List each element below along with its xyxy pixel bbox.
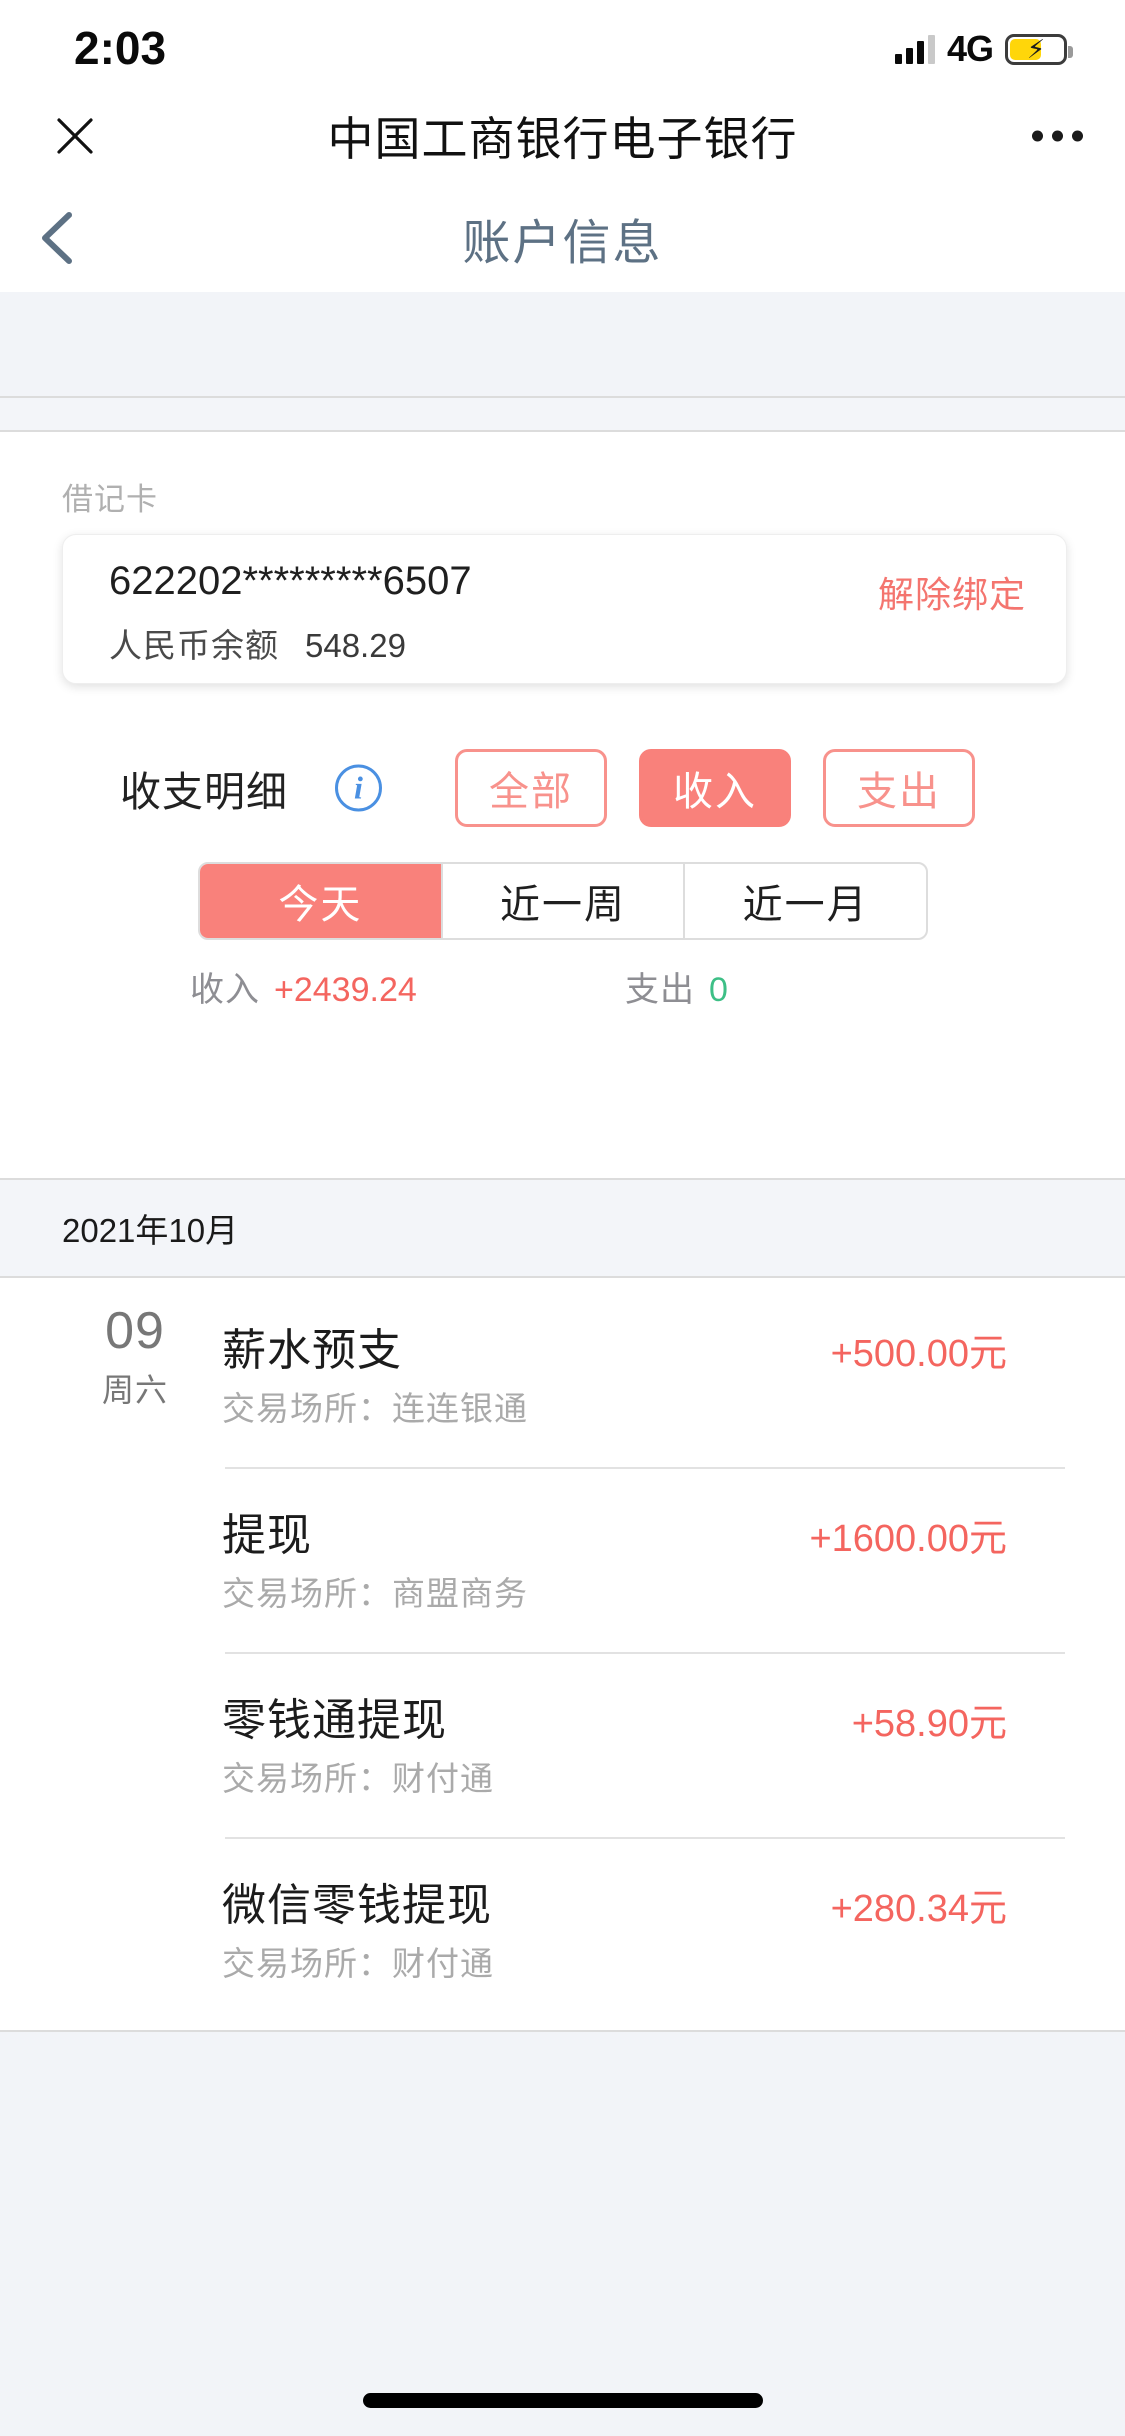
info-circle-icon[interactable]: i bbox=[335, 764, 382, 812]
month-group-header: 2021年10月 bbox=[0, 1178, 1125, 1278]
summary-income-label: 收入 bbox=[190, 971, 260, 1009]
more-horizontal-icon[interactable] bbox=[1032, 130, 1083, 142]
type-filter-chips: 全部 收入 支出 bbox=[455, 749, 975, 827]
status-time: 2:03 bbox=[74, 22, 167, 74]
webview-nav-bar: 中国工商银行电子银行 bbox=[0, 88, 1125, 184]
section-divider-band bbox=[0, 396, 1125, 432]
transaction-date bbox=[60, 1674, 210, 1680]
bank-card[interactable]: 622202*********6507 人民币余额 548.29 解除绑定 bbox=[62, 534, 1067, 684]
network-type-label: 4G bbox=[946, 28, 994, 69]
transaction-list: 09 周六 薪水预支 交易场所：连连银通 +500.00元 提现 交易场所：商盟… bbox=[0, 1282, 1125, 2022]
home-indicator[interactable] bbox=[362, 2393, 763, 2408]
status-bar: 2:03 4G ⚡ bbox=[0, 0, 1125, 88]
transaction-day: 09 bbox=[105, 1302, 165, 1360]
transaction-amount: +500.00元 bbox=[830, 1333, 1007, 1375]
card-number: 622202*********6507 bbox=[109, 559, 472, 603]
table-row[interactable]: 09 周六 薪水预支 交易场所：连连银通 +500.00元 bbox=[0, 1282, 1125, 1467]
signal-bars-icon bbox=[894, 34, 935, 64]
transactions-filter-row: 收支明细 i 全部 收入 支出 bbox=[0, 742, 1125, 834]
period-tab-month[interactable]: 近一月 bbox=[685, 864, 926, 938]
card-balance-row: 人民币余额 548.29 bbox=[109, 619, 406, 667]
transaction-weekday: 周六 bbox=[101, 1371, 168, 1408]
transaction-place: 交易场所：财付通 bbox=[222, 1760, 494, 1797]
summary-expense-value: 0 bbox=[709, 971, 728, 1009]
table-row[interactable]: 提现 交易场所：商盟商务 +1600.00元 bbox=[0, 1467, 1125, 1652]
battery-charging-icon: ⚡ bbox=[1005, 33, 1073, 65]
transaction-amount: +280.34元 bbox=[830, 1888, 1007, 1930]
status-indicators: 4G ⚡ bbox=[894, 28, 1073, 70]
account-page-title: 账户信息 bbox=[462, 217, 663, 270]
table-row[interactable]: 微信零钱提现 交易场所：财付通 +280.34元 bbox=[0, 1837, 1125, 2022]
transactions-section-label: 收支明细 bbox=[120, 769, 288, 815]
period-summary: 收入 +2439.24 支出 0 bbox=[0, 962, 1125, 1032]
transaction-title: 微信零钱提现 bbox=[222, 1881, 492, 1930]
balance-value: 548.29 bbox=[305, 627, 406, 664]
transaction-date bbox=[60, 1489, 210, 1495]
transaction-title: 薪水预支 bbox=[222, 1326, 402, 1375]
transaction-title: 提现 bbox=[222, 1511, 312, 1560]
summary-expense-label: 支出 bbox=[625, 971, 695, 1009]
balance-label: 人民币余额 bbox=[109, 627, 279, 664]
page-title: 中国工商银行电子银行 bbox=[327, 113, 798, 165]
filter-chip-all[interactable]: 全部 bbox=[455, 749, 607, 827]
period-tab-week[interactable]: 近一周 bbox=[443, 864, 686, 938]
info-glyph: i bbox=[354, 769, 363, 806]
account-sub-header: 账户信息 bbox=[0, 184, 1125, 292]
transaction-place: 交易场所：连连银通 bbox=[222, 1390, 528, 1427]
transaction-place: 交易场所：商盟商务 bbox=[222, 1575, 528, 1612]
transaction-amount: +1600.00元 bbox=[809, 1518, 1007, 1560]
filter-chip-expense[interactable]: 支出 bbox=[823, 749, 975, 827]
transaction-amount: +58.90元 bbox=[851, 1703, 1007, 1745]
summary-income: 收入 +2439.24 bbox=[190, 962, 417, 1011]
phone-screen: 2:03 4G ⚡ 中国工商银行电子银行 账户信息 借记卡 622202****… bbox=[0, 0, 1125, 2436]
transaction-date: 09 周六 bbox=[60, 1304, 210, 1411]
transaction-title: 零钱通提现 bbox=[222, 1696, 447, 1745]
transaction-date bbox=[60, 1859, 210, 1865]
period-segmented-control: 今天 近一周 近一月 bbox=[198, 862, 928, 940]
period-tab-today[interactable]: 今天 bbox=[200, 864, 443, 938]
page-footer-space bbox=[0, 2030, 1125, 2436]
filter-chip-income[interactable]: 收入 bbox=[639, 749, 791, 827]
table-row[interactable]: 零钱通提现 交易场所：财付通 +58.90元 bbox=[0, 1652, 1125, 1837]
summary-expense: 支出 0 bbox=[625, 962, 728, 1011]
transaction-place: 交易场所：财付通 bbox=[222, 1945, 494, 1982]
month-group-label: 2021年10月 bbox=[62, 1212, 239, 1249]
close-icon[interactable] bbox=[40, 101, 110, 171]
chevron-left-icon[interactable] bbox=[10, 190, 106, 286]
unbind-card-button[interactable]: 解除绑定 bbox=[878, 566, 1026, 618]
card-type-label: 借记卡 bbox=[62, 482, 158, 517]
summary-income-value: +2439.24 bbox=[274, 971, 417, 1009]
